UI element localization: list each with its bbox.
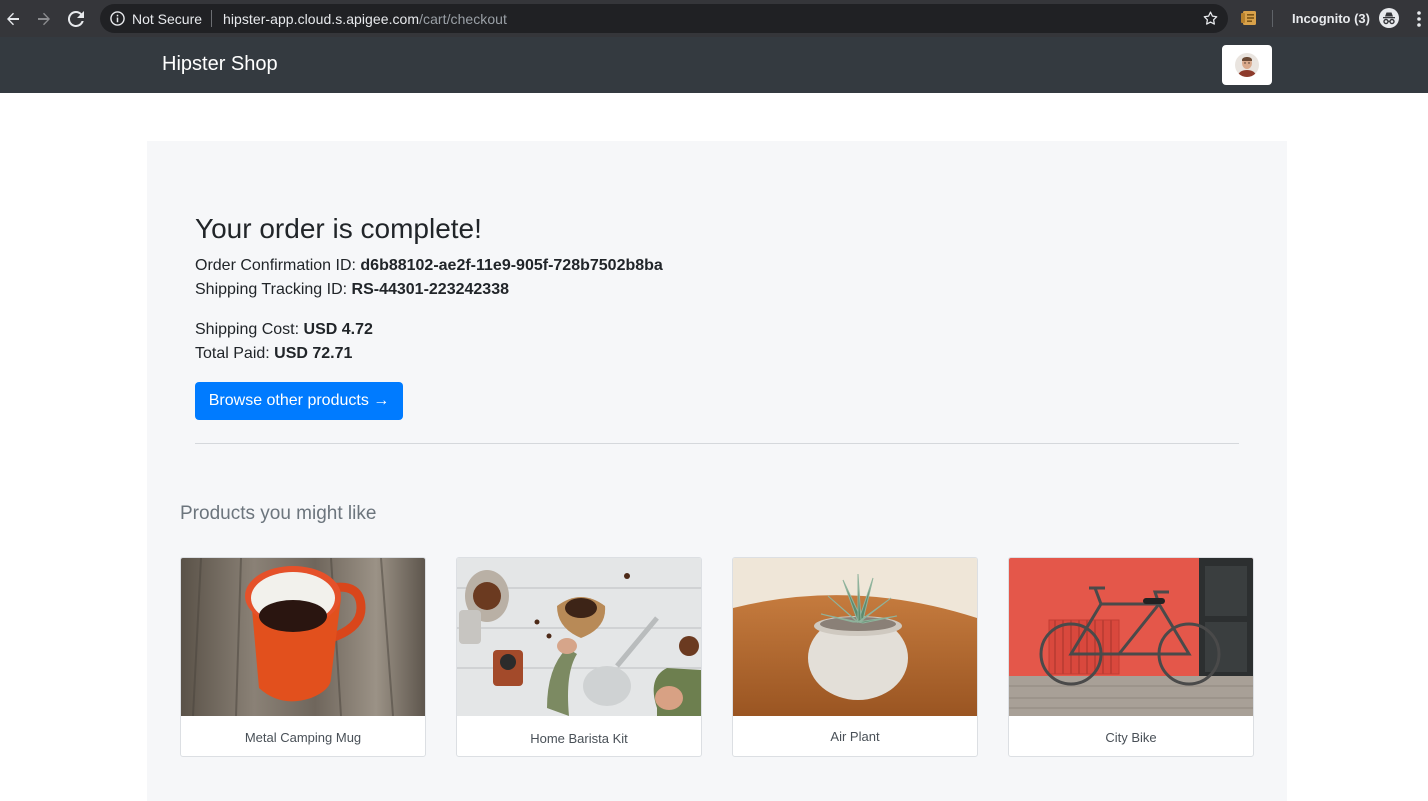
recommendations-title: Products you might like [180, 503, 377, 524]
extension-icon[interactable] [1240, 9, 1258, 27]
order-confirmation-label: Order Confirmation ID: [195, 257, 361, 274]
browser-toolbar: Not Secure hipster-app.cloud.s.apigee.co… [0, 0, 1428, 37]
product-name-home-barista-kit[interactable]: Home Barista Kit [457, 731, 701, 746]
back-arrow-icon[interactable] [2, 8, 24, 30]
tracking-id-label: Shipping Tracking ID: [195, 281, 352, 298]
info-icon[interactable] [109, 11, 125, 27]
product-card-home-barista-kit[interactable]: Home Barista Kit [456, 557, 702, 757]
shipping-cost-value: USD 4.72 [303, 321, 373, 338]
total-paid-line: Total Paid: USD 72.71 [195, 345, 352, 363]
browse-other-products-button[interactable]: Browse other products → [195, 382, 403, 420]
product-image-air-plant[interactable] [733, 558, 977, 716]
omnibox-separator [211, 10, 213, 27]
site-header: Hipster Shop [0, 37, 1428, 93]
section-divider [195, 443, 1239, 444]
product-name-air-plant[interactable]: Air Plant [733, 729, 977, 744]
total-paid-value: USD 72.71 [274, 345, 353, 362]
total-paid-label: Total Paid: [195, 345, 275, 362]
url-text[interactable]: hipster-app.cloud.s.apigee.com/cart/chec… [223, 11, 507, 27]
reload-icon[interactable] [65, 8, 87, 30]
url-host: hipster-app.cloud.s.apigee.com [223, 10, 420, 27]
order-complete-title: Your order is complete! [195, 213, 482, 244]
order-complete-panel: Your order is complete! Order Confirmati… [147, 141, 1287, 801]
product-card-metal-camping-mug[interactable]: Metal Camping Mug [180, 557, 426, 757]
forward-arrow-icon[interactable] [33, 8, 55, 30]
address-bar[interactable]: Not Secure hipster-app.cloud.s.apigee.co… [100, 4, 1228, 33]
avatar-icon [1235, 53, 1259, 77]
product-name-city-bike[interactable]: City Bike [1009, 730, 1253, 745]
browser-menu-icon[interactable] [1414, 9, 1424, 29]
product-card-air-plant[interactable]: Air Plant [732, 557, 978, 757]
security-status-label: Not Secure [132, 10, 203, 27]
account-avatar-button[interactable] [1222, 45, 1272, 85]
product-image-city-bike[interactable] [1009, 558, 1253, 716]
order-confirmation-id: d6b88102-ae2f-11e9-905f-728b7502b8ba [360, 257, 663, 274]
product-card-city-bike[interactable]: City Bike [1008, 557, 1254, 757]
tracking-id-value: RS-44301-223242338 [351, 281, 509, 298]
product-image-home-barista-kit[interactable] [457, 558, 701, 716]
incognito-icon[interactable] [1378, 7, 1400, 29]
incognito-label[interactable]: Incognito (3) [1292, 0, 1370, 37]
brand-logo-text[interactable]: Hipster Shop [162, 53, 278, 76]
tracking-id-line: Shipping Tracking ID: RS-44301-223242338 [195, 281, 509, 299]
product-image-metal-camping-mug[interactable] [181, 558, 425, 716]
bookmark-star-icon[interactable] [1202, 10, 1219, 27]
product-name-metal-camping-mug[interactable]: Metal Camping Mug [181, 730, 425, 745]
toolbar-separator [1272, 10, 1273, 27]
order-confirmation-line: Order Confirmation ID: d6b88102-ae2f-11e… [195, 257, 663, 275]
url-path: /cart/checkout [419, 10, 507, 27]
shipping-cost-label: Shipping Cost: [195, 321, 304, 338]
shipping-cost-line: Shipping Cost: USD 4.72 [195, 321, 373, 339]
